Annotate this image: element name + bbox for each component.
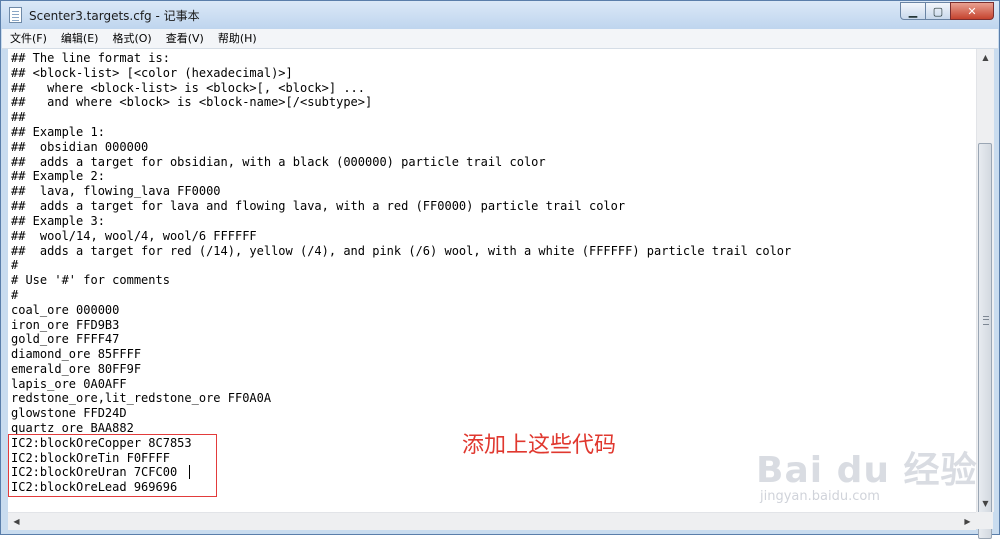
menu-help[interactable]: 帮助(H)	[210, 29, 263, 48]
grip-icon	[983, 316, 989, 325]
vertical-scrollbar[interactable]: ▲ ▼	[976, 49, 994, 539]
text-line: ##	[11, 110, 26, 124]
text-line: gold_ore FFFF47	[11, 332, 120, 346]
text-line: #	[11, 258, 19, 272]
text-line: ## obsidian 000000	[11, 140, 149, 154]
scroll-down-icon[interactable]: ▼	[977, 495, 994, 512]
text-line: diamond_ore 85FFFF	[11, 347, 142, 361]
text-line: redstone_ore,lit_redstone_ore FF0A0A	[11, 391, 272, 405]
scroll-left-icon[interactable]: ◀	[8, 513, 25, 530]
minimize-icon: ▁	[908, 4, 918, 18]
text-line: ## Example 2:	[11, 169, 105, 183]
menu-format[interactable]: 格式(O)	[104, 29, 157, 48]
horizontal-scrollbar[interactable]: ◀ ▶	[8, 512, 976, 530]
text-line: ## Example 3:	[11, 214, 105, 228]
text-line: #	[11, 288, 19, 302]
text-line: iron_ore FFD9B3	[11, 318, 120, 332]
text-line: emerald_ore 80FF9F	[11, 362, 142, 376]
highlight-box	[8, 434, 217, 497]
notepad-app-icon[interactable]	[9, 7, 22, 23]
menu-edit[interactable]: 编辑(E)	[53, 29, 105, 48]
title-bar[interactable]: Scenter3.targets.cfg - 记事本 ▁ ▢ ✕	[1, 1, 999, 29]
vertical-scroll-thumb[interactable]	[978, 143, 992, 539]
menu-bar: 文件(F) 编辑(E) 格式(O) 查看(V) 帮助(H)	[2, 29, 998, 49]
text-line: ## adds a target for lava and flowing la…	[11, 199, 626, 213]
scroll-right-icon[interactable]: ▶	[959, 513, 976, 530]
annotation-text: 添加上这些代码	[462, 433, 617, 458]
maximize-button[interactable]: ▢	[925, 2, 951, 20]
scrollbar-corner	[976, 512, 993, 529]
scroll-up-icon[interactable]: ▲	[977, 49, 994, 66]
maximize-icon: ▢	[932, 4, 944, 18]
close-button[interactable]: ✕	[950, 2, 994, 20]
text-line: lapis_ore 0A0AFF	[11, 377, 127, 391]
window-title: Scenter3.targets.cfg - 记事本	[29, 9, 200, 23]
text-line: coal_ore 000000	[11, 303, 120, 317]
text-line: glowstone FFD24D	[11, 406, 127, 420]
text-line: ## adds a target for obsidian, with a bl…	[11, 155, 546, 169]
text-line: ## where <block-list> is <block>[, <bloc…	[11, 81, 366, 95]
close-icon: ✕	[967, 4, 977, 18]
text-line: ## adds a target for red (/14), yellow (…	[11, 244, 792, 258]
text-line: ## wool/14, wool/4, wool/6 FFFFFF	[11, 229, 257, 243]
text-line: ## The line format is:	[11, 51, 170, 65]
menu-file[interactable]: 文件(F)	[2, 29, 53, 48]
text-line: # Use '#' for comments	[11, 273, 170, 287]
text-line: ## lava, flowing_lava FF0000	[11, 184, 221, 198]
notepad-window: Scenter3.targets.cfg - 记事本 ▁ ▢ ✕ 文件(F) 编…	[0, 0, 1000, 539]
minimize-button[interactable]: ▁	[900, 2, 926, 20]
text-line: ## Example 1:	[11, 125, 105, 139]
text-line: ## <block-list> [<color (hexadecimal)>]	[11, 66, 293, 80]
menu-view[interactable]: 查看(V)	[158, 29, 210, 48]
text-line: ## and where <block> is <block-name>[/<s…	[11, 95, 373, 109]
